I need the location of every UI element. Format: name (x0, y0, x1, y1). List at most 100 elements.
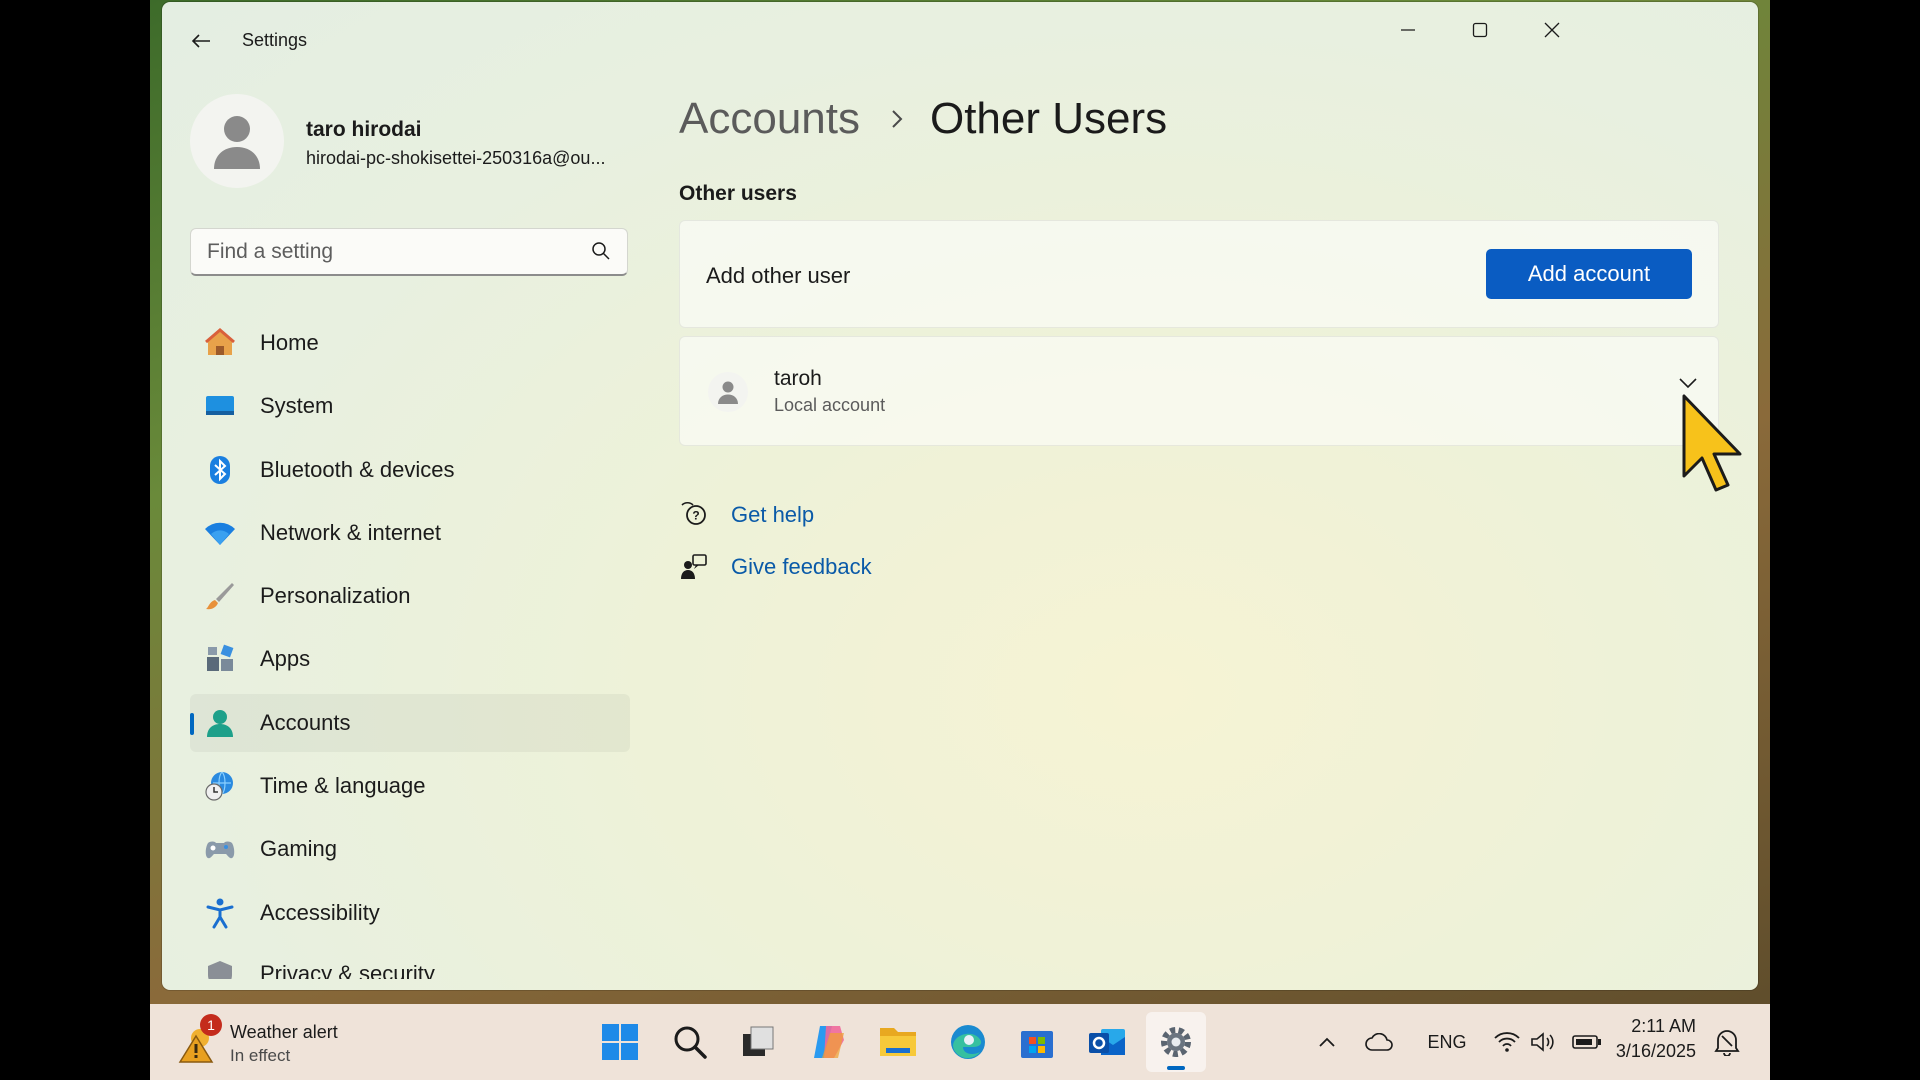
search-input[interactable] (205, 229, 579, 275)
language-indicator[interactable]: ENG (1422, 1022, 1472, 1062)
user-row-taroh[interactable]: taroh Local account (679, 336, 1719, 446)
start-button[interactable] (590, 1012, 650, 1072)
chevron-up-icon (1319, 1037, 1335, 1047)
sidebar-item-accounts[interactable]: Accounts (190, 693, 630, 752)
system-tray: ENG (1310, 1004, 1604, 1080)
outlook-button[interactable] (1077, 1012, 1137, 1072)
active-indicator (190, 712, 194, 735)
minimize-button[interactable] (1378, 12, 1438, 48)
shield-icon (204, 959, 236, 979)
volume-button[interactable] (1528, 1022, 1558, 1062)
sidebar-item-label: System (260, 393, 334, 419)
weather-title: Weather alert (230, 1022, 338, 1042)
apps-icon (204, 643, 236, 675)
task-view-icon (743, 1026, 774, 1056)
give-feedback-link[interactable]: Give feedback (679, 550, 872, 584)
sidebar-item-privacy[interactable]: Privacy & security (190, 947, 630, 979)
edge-icon (950, 1025, 985, 1059)
weather-widget[interactable]: 1 Weather alert In effect (178, 1014, 378, 1070)
sidebar-item-label: Time & language (260, 773, 426, 799)
sidebar-item-label: Personalization (260, 583, 411, 609)
clock-time: 2:11 AM (1631, 1016, 1696, 1036)
chevron-right-icon (890, 108, 904, 130)
clock-date: 3/16/2025 (1615, 1041, 1696, 1061)
wifi-icon (204, 517, 236, 549)
avatar (190, 94, 284, 188)
avatar (708, 372, 748, 412)
file-explorer-button[interactable] (868, 1012, 928, 1072)
copilot-button[interactable] (799, 1012, 859, 1072)
sidebar-item-time-language[interactable]: Time & language (190, 757, 630, 815)
add-account-button[interactable]: Add account (1486, 249, 1692, 299)
sidebar-item-label: Gaming (260, 836, 338, 862)
section-title: Other users (679, 182, 797, 205)
edge-button[interactable] (938, 1012, 998, 1072)
title-bar: Settings (162, 2, 1758, 78)
taskbar-apps (590, 1012, 1216, 1072)
notification-bell-icon (1714, 1030, 1740, 1057)
onedrive-button[interactable] (1362, 1022, 1396, 1062)
sidebar-item-accessibility[interactable]: Accessibility (190, 884, 630, 942)
sidebar-item-label: Home (260, 330, 319, 355)
system-icon (204, 390, 236, 422)
cloud-icon (1365, 1033, 1393, 1051)
taskbar-search-button[interactable] (660, 1012, 720, 1072)
add-user-card: Add other user Add account (679, 220, 1719, 328)
settings-icon (1161, 1027, 1191, 1057)
feedback-icon (679, 552, 709, 582)
sidebar-item-label: Apps (260, 646, 311, 672)
speaker-icon (1531, 1032, 1554, 1052)
taskbar: 1 Weather alert In effect ENG 2:11 AM 3/… (150, 1004, 1770, 1080)
sidebar-item-label: Privacy & security (260, 960, 435, 979)
sidebar-item-home[interactable]: Home (190, 314, 630, 372)
sidebar-item-bluetooth[interactable]: Bluetooth & devices (190, 441, 630, 499)
sidebar-item-label: Accessibility (260, 899, 380, 925)
start-icon (602, 1024, 638, 1060)
settings-taskbar-button[interactable] (1146, 1012, 1206, 1072)
chevron-down-icon[interactable] (1678, 377, 1698, 389)
back-arrow-icon (191, 34, 210, 48)
store-button[interactable] (1007, 1012, 1067, 1072)
show-hidden-icons-button[interactable] (1310, 1022, 1344, 1062)
network-button[interactable] (1492, 1022, 1522, 1062)
sidebar-item-label: Accounts (260, 709, 351, 735)
help-icon: ? (679, 500, 709, 530)
sidebar-item-apps[interactable]: Apps (190, 630, 630, 688)
svg-text:?: ? (692, 509, 699, 523)
user-profile[interactable]: taro hirodai hirodai-pc-shokisettei-2503… (190, 94, 630, 190)
profile-email: hirodai-pc-shokisettei-250316a@ou... (306, 148, 606, 168)
sidebar-item-personalization[interactable]: Personalization (190, 567, 630, 625)
sidebar-item-gaming[interactable]: Gaming (190, 820, 630, 878)
accessibility-icon (204, 897, 236, 929)
notification-center-button[interactable] (1714, 1028, 1740, 1061)
breadcrumb-parent[interactable]: Accounts (679, 94, 860, 144)
sidebar-item-label: Bluetooth & devices (260, 456, 455, 482)
maximize-icon (1472, 22, 1488, 38)
person-icon (718, 381, 738, 404)
search-icon[interactable] (591, 241, 611, 261)
settings-window: Settings taro hirodai hirodai-pc-shokise… (162, 2, 1758, 990)
gamepad-icon (204, 833, 236, 865)
get-help-text[interactable]: Get help (731, 502, 814, 528)
back-button[interactable] (184, 26, 218, 56)
task-view-button[interactable] (729, 1012, 789, 1072)
sidebar-item-label: Network & internet (260, 519, 441, 545)
bluetooth-icon (204, 454, 236, 486)
maximize-button[interactable] (1450, 12, 1510, 48)
breadcrumb: Accounts Other Users (679, 94, 1167, 144)
store-icon (1021, 1031, 1053, 1058)
file-explorer-icon (880, 1028, 916, 1056)
copilot-icon (813, 1026, 844, 1058)
clock[interactable]: 2:11 AM 3/16/2025 (1596, 1016, 1696, 1062)
sidebar-item-network[interactable]: Network & internet (190, 504, 630, 562)
close-button[interactable] (1522, 12, 1582, 48)
desktop: Settings taro hirodai hirodai-pc-shokise… (150, 0, 1770, 1080)
person-icon (214, 116, 260, 169)
get-help-link[interactable]: ? Get help (679, 498, 814, 532)
search-box[interactable] (190, 228, 628, 276)
page-title: Other Users (929, 94, 1168, 143)
give-feedback-text[interactable]: Give feedback (731, 554, 872, 580)
user-account-type: Local account (774, 395, 886, 415)
mouse-cursor-icon (1682, 394, 1742, 492)
sidebar-item-system[interactable]: System (190, 377, 630, 435)
